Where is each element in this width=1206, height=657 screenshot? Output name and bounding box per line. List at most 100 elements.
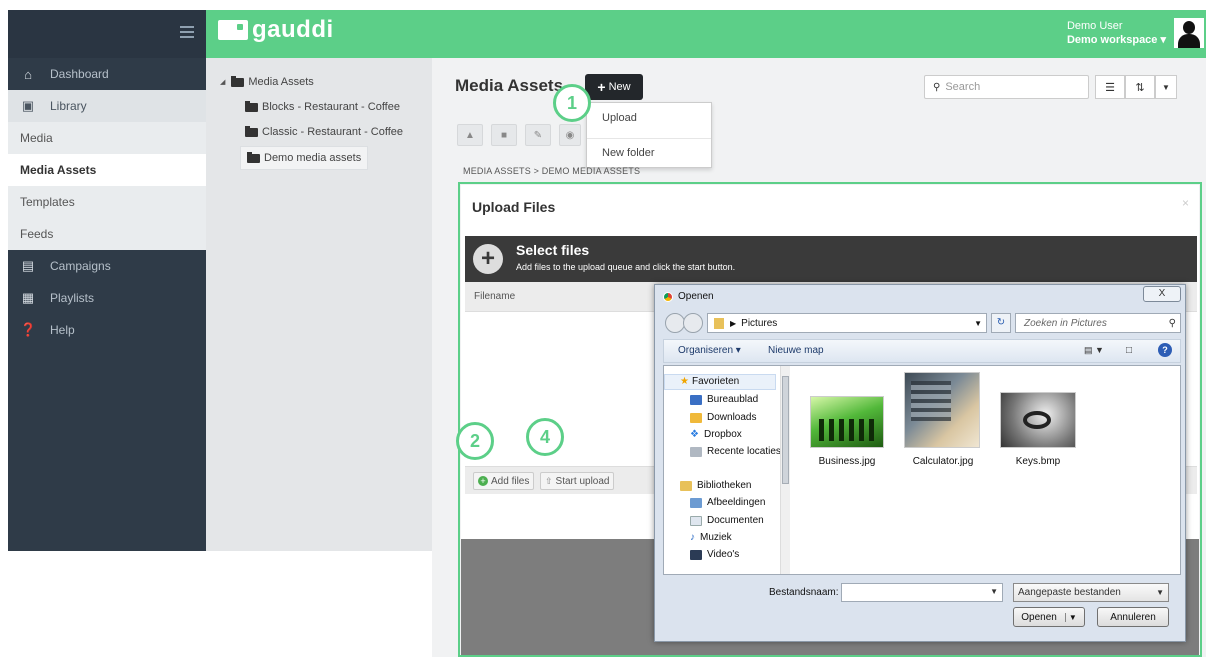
menu-item-new-folder[interactable]: New folder bbox=[602, 147, 655, 159]
thumbnail-business[interactable] bbox=[810, 396, 884, 448]
folder-icon bbox=[245, 100, 258, 112]
dialog-title: Openen bbox=[678, 291, 714, 302]
search-input[interactable]: ⚲ Search bbox=[924, 75, 1089, 99]
video-icon bbox=[690, 549, 702, 560]
chrome-icon bbox=[663, 291, 673, 302]
nav-label: Afbeeldingen bbox=[707, 497, 766, 508]
dialog-search-input[interactable]: Zoeken in Pictures ⚲ bbox=[1015, 313, 1181, 333]
forward-button[interactable] bbox=[683, 313, 703, 333]
pictures-icon bbox=[690, 497, 702, 508]
preview-button[interactable]: ◉ bbox=[559, 124, 581, 146]
dialog-content: ★ Favorieten Bureaublad Downloads ❖ Drop… bbox=[663, 365, 1181, 575]
nav-label: Muziek bbox=[700, 532, 732, 543]
sidebar-item-feeds[interactable]: Feeds bbox=[8, 218, 206, 250]
breadcrumb-arrow-icon: ▶ bbox=[730, 318, 737, 328]
downloads-icon bbox=[690, 412, 702, 423]
nav-label: Documenten bbox=[707, 515, 764, 526]
search-icon: ⚲ bbox=[1168, 317, 1176, 329]
address-bar[interactable]: ▶ Pictures ▼ bbox=[707, 313, 987, 333]
list-view-button[interactable]: ☰ bbox=[1095, 75, 1125, 99]
nav-item-music[interactable]: ♪ Muziek bbox=[690, 532, 732, 543]
sidebar-item-label: Campaigns bbox=[50, 259, 111, 273]
recent-icon bbox=[690, 446, 702, 457]
star-icon: ★ bbox=[680, 376, 689, 387]
sidebar-item-label: Help bbox=[50, 323, 75, 337]
back-button[interactable] bbox=[665, 313, 685, 333]
sidebar-item-help[interactable]: ❓ Help bbox=[8, 314, 206, 346]
sidebar-item-label: Media bbox=[20, 131, 53, 145]
library-icon bbox=[680, 480, 692, 491]
sort-button[interactable]: ⇅ bbox=[1125, 75, 1155, 99]
nav-item-favorites[interactable]: ★ Favorieten bbox=[680, 376, 739, 387]
nav-item-video[interactable]: Video's bbox=[690, 549, 739, 560]
view-options-dropdown[interactable]: ▼ bbox=[1155, 75, 1177, 99]
nav-item-pictures[interactable]: Afbeeldingen bbox=[690, 497, 765, 508]
file-type-select[interactable]: Aangepaste bestanden ▼ bbox=[1013, 583, 1169, 602]
avatar[interactable] bbox=[1174, 18, 1204, 48]
file-open-dialog: Openen X ▶ Pictures ▼ ↻ Zoeken in Pictur… bbox=[654, 284, 1186, 642]
tree-item[interactable]: Classic - Restaurant - Coffee bbox=[245, 125, 403, 138]
sidebar-item-label: Feeds bbox=[20, 227, 54, 241]
nav-label: Downloads bbox=[707, 412, 757, 423]
nav-item-recent[interactable]: Recente locaties bbox=[690, 446, 781, 457]
dialog-close-button[interactable]: X bbox=[1143, 286, 1181, 302]
folder-icon bbox=[714, 317, 724, 329]
open-button[interactable]: Openen ▼ bbox=[1013, 607, 1085, 627]
sidebar-item-media-assets[interactable]: Media Assets bbox=[8, 154, 206, 186]
refresh-icon[interactable]: ↻ bbox=[991, 313, 1011, 333]
nav-item-libraries[interactable]: Bibliotheken bbox=[680, 480, 751, 491]
workspace-selector[interactable]: Demo workspace ▾ bbox=[1067, 33, 1166, 47]
sidebar-item-media[interactable]: Media bbox=[8, 122, 206, 154]
nav-item-downloads[interactable]: Downloads bbox=[690, 412, 756, 423]
file-name[interactable]: Business.jpg bbox=[802, 456, 892, 467]
scrollbar-thumb[interactable] bbox=[782, 376, 789, 484]
sidebar-item-campaigns[interactable]: ▤ Campaigns bbox=[8, 250, 206, 282]
gauddi-logo[interactable]: gauddi bbox=[218, 16, 334, 44]
sidebar-item-dashboard[interactable]: ⌂ Dashboard bbox=[8, 58, 206, 90]
image-icon: ▣ bbox=[21, 98, 35, 113]
nav-item-desktop[interactable]: Bureaublad bbox=[690, 394, 758, 405]
plus-icon[interactable]: + bbox=[473, 244, 503, 274]
tree-root[interactable]: ◢ Media Assets bbox=[220, 75, 314, 88]
tree-item-selected[interactable]: Demo media assets bbox=[240, 146, 369, 170]
sidebar-item-library[interactable]: ▣ Library bbox=[8, 90, 206, 122]
delete-button[interactable]: ■ bbox=[491, 124, 517, 146]
close-icon[interactable]: × bbox=[1182, 196, 1189, 210]
collapse-icon[interactable]: ◢ bbox=[220, 78, 225, 86]
nav-item-documents[interactable]: Documenten bbox=[690, 515, 764, 526]
new-button[interactable]: + New bbox=[585, 74, 643, 100]
preview-pane-icon[interactable]: □ bbox=[1126, 345, 1132, 356]
home-icon: ⌂ bbox=[24, 66, 32, 82]
nav-scrollbar[interactable] bbox=[780, 366, 790, 574]
chevron-down-icon[interactable]: ▼ bbox=[974, 319, 982, 328]
user-menu[interactable]: Demo User Demo workspace ▾ bbox=[1067, 19, 1166, 47]
filename-input[interactable]: ▼ bbox=[841, 583, 1003, 602]
view-mode-icon[interactable]: ▤ ▼ bbox=[1084, 345, 1104, 356]
sidebar-item-playlists[interactable]: ▦ Playlists bbox=[8, 282, 206, 314]
search-icon: ⚲ bbox=[933, 81, 941, 93]
nav-item-dropbox[interactable]: ❖ Dropbox bbox=[690, 429, 742, 440]
menu-item-upload[interactable]: Upload bbox=[602, 112, 637, 124]
start-upload-button[interactable]: ⇧ Start upload bbox=[540, 472, 615, 490]
search-placeholder: Search bbox=[945, 81, 981, 93]
cancel-button[interactable]: Annuleren bbox=[1097, 607, 1169, 627]
open-folder-button[interactable]: ▲ bbox=[457, 124, 483, 146]
tree-item[interactable]: Blocks - Restaurant - Coffee bbox=[245, 100, 400, 113]
thumbnail-calculator[interactable] bbox=[904, 372, 980, 448]
new-folder-button[interactable]: Nieuwe map bbox=[768, 345, 824, 356]
hamburger-menu-icon[interactable] bbox=[180, 26, 194, 38]
organize-button[interactable]: Organiseren ▾ bbox=[678, 345, 741, 356]
file-name[interactable]: Calculator.jpg bbox=[898, 456, 988, 467]
file-name[interactable]: Keys.bmp bbox=[993, 456, 1083, 467]
edit-button[interactable]: ✎ bbox=[525, 124, 551, 146]
nav-label: Video's bbox=[707, 549, 740, 560]
add-files-button[interactable]: + Add files bbox=[473, 472, 535, 490]
dialog-toolbar: Organiseren ▾ Nieuwe map ▤ ▼ □ ? bbox=[663, 339, 1181, 363]
nav-label: Bibliotheken bbox=[697, 480, 752, 491]
chevron-down-icon[interactable]: ▼ bbox=[1064, 612, 1077, 622]
start-upload-label: Start upload bbox=[555, 475, 610, 487]
thumbnail-keys[interactable] bbox=[1000, 392, 1076, 448]
sidebar-item-templates[interactable]: Templates bbox=[8, 186, 206, 218]
chevron-down-icon[interactable]: ▼ bbox=[990, 587, 998, 596]
help-icon[interactable]: ? bbox=[1158, 343, 1172, 357]
